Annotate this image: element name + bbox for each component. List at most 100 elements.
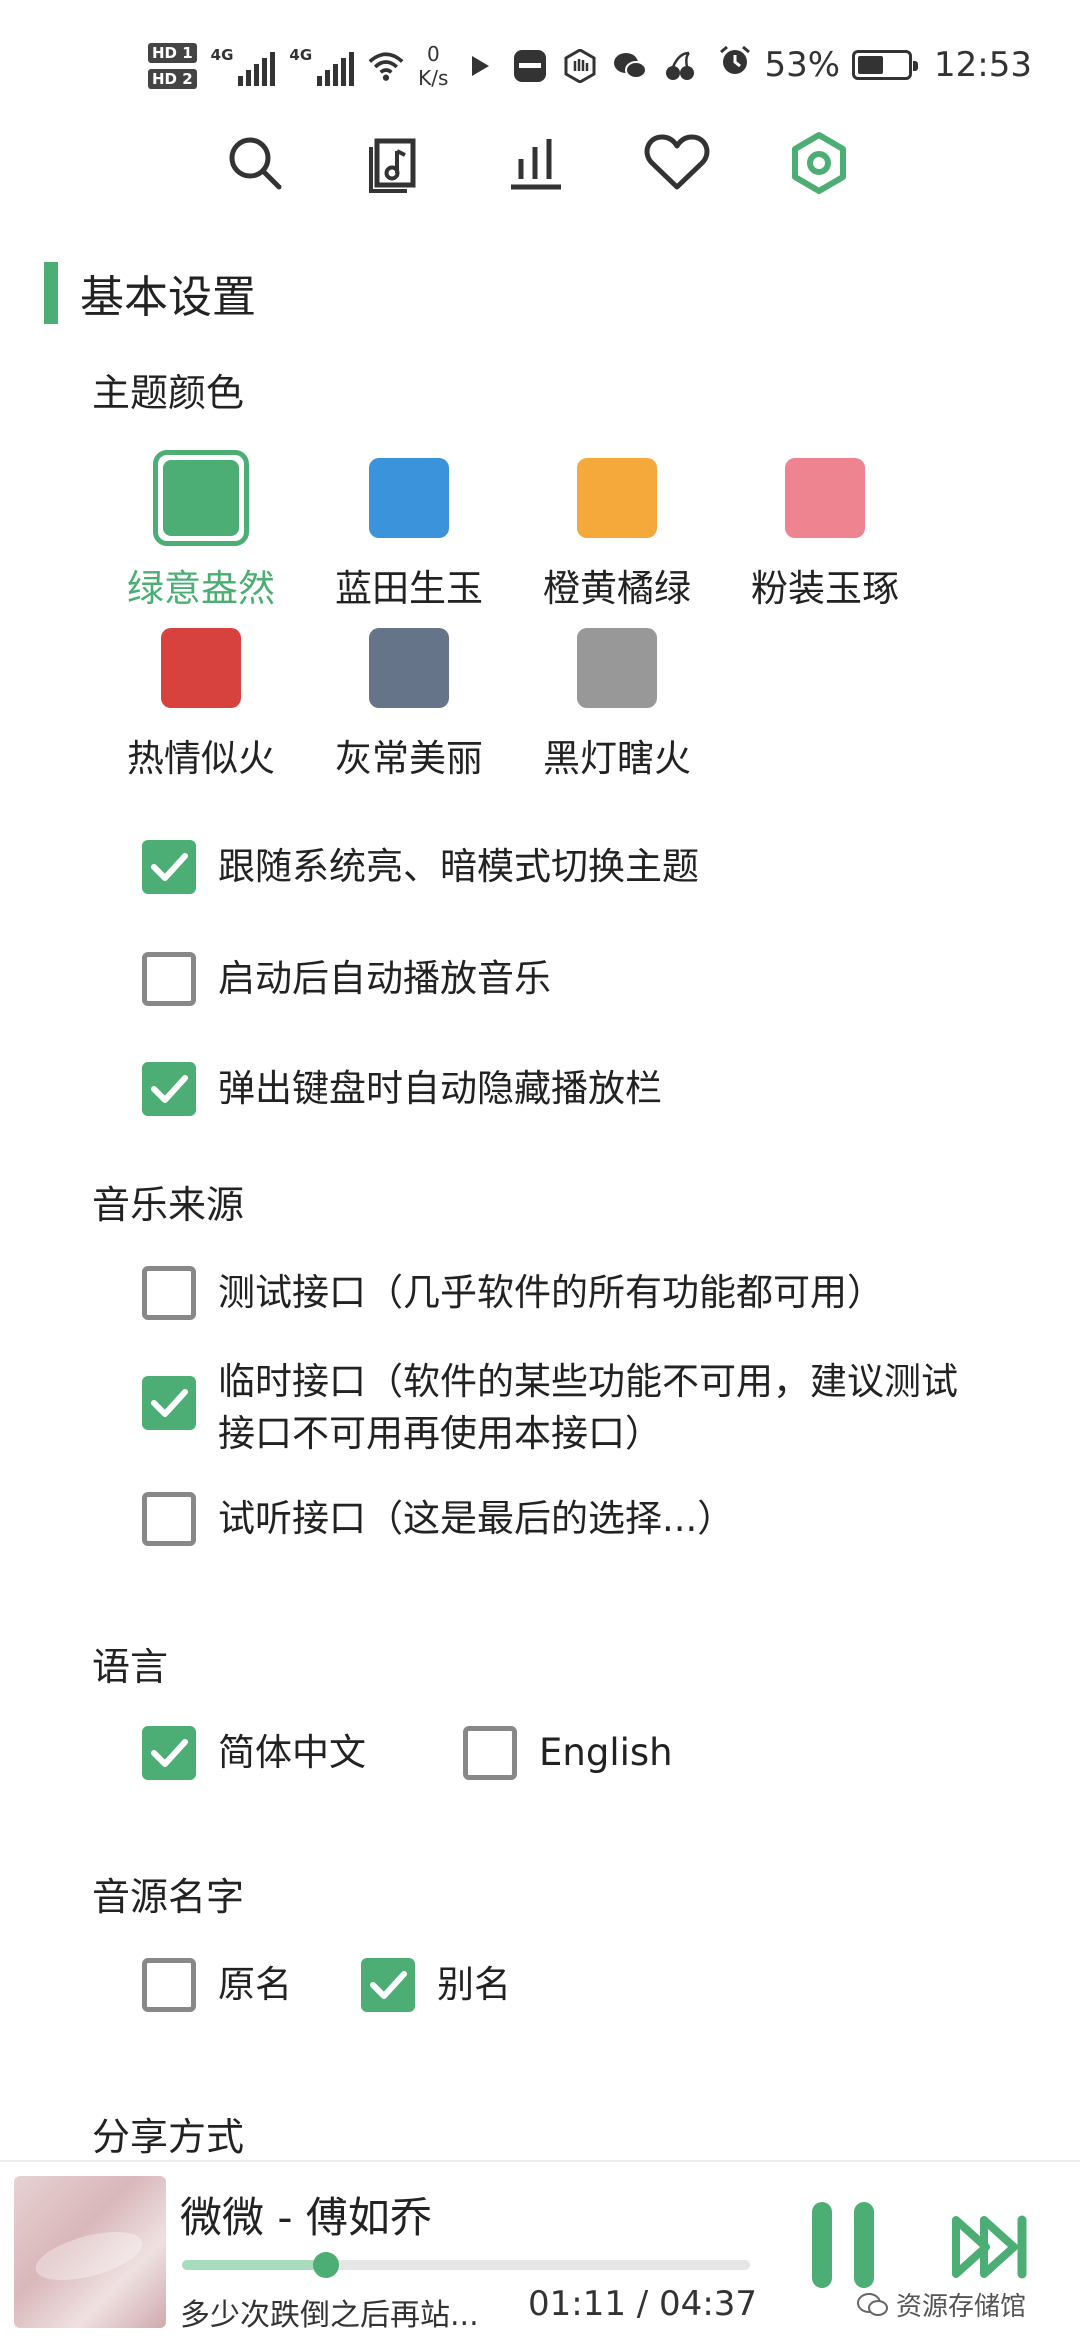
swatch-color [577,628,657,708]
checkbox[interactable] [142,840,196,894]
net-speed: 0 K/s [418,42,448,90]
source-name-original[interactable]: 原名 [142,1958,292,2012]
swatch-label: 蓝田生玉 [335,567,483,610]
swatch-color [369,628,449,708]
section-basic-settings: 基本设置 [44,262,256,324]
option-label: 弹出键盘时自动隐藏播放栏 [218,1067,662,1110]
checkbox[interactable] [142,1958,196,2012]
swatch-color [369,458,449,538]
player-bar[interactable]: 微微 - 傅如乔 多少次跌倒之后再站... 01:11 / 04:37 资源存储… [0,2160,1080,2340]
share-method-label: 分享方式 [92,2115,245,2159]
progress-fill [182,2260,327,2270]
option-label: 试听接口（这是最后的选择...） [218,1497,735,1540]
music-library-icon[interactable] [362,130,428,196]
theme-swatch-green[interactable]: 绿意盎然 [97,450,305,612]
next-track-icon[interactable] [950,2212,1030,2282]
lyric-line: 多少次跌倒之后再站... [180,2298,479,2333]
theme-swatch-red[interactable]: 热情似火 [97,628,305,782]
section-accent-bar [44,262,58,324]
top-nav [0,120,1080,206]
checkbox[interactable] [142,1266,196,1320]
swatch-label: 灰常美丽 [335,737,483,780]
net-speed-unit: K/s [418,66,449,90]
chart-icon[interactable] [502,130,568,196]
language-label: 语言 [92,1645,169,1689]
heart-icon[interactable] [644,130,710,196]
option-label: 测试接口（几乎软件的所有功能都可用） [218,1271,884,1314]
swatch-label: 热情似火 [127,737,275,780]
source-temp-api[interactable]: 临时接口（软件的某些功能不可用，建议测试接口不可用再使用本接口） [142,1356,978,1460]
hand-icon [562,48,598,84]
option-label: 临时接口（软件的某些功能不可用，建议测试接口不可用再使用本接口） [218,1360,958,1455]
swatch-label: 粉装玉琢 [751,567,899,610]
music-source-label: 音乐来源 [92,1183,245,1227]
settings-icon[interactable] [786,130,852,196]
album-cover[interactable] [14,2176,166,2328]
net1-label: 4G [210,46,234,64]
play-time: 01:11 / 04:37 [528,2284,758,2324]
huawei-icon [512,48,548,84]
hide-player-bar-option[interactable]: 弹出键盘时自动隐藏播放栏 [142,1062,662,1116]
option-label: 启动后自动播放音乐 [218,957,551,1000]
autoplay-option[interactable]: 启动后自动播放音乐 [142,952,551,1006]
source-name-alias[interactable]: 别名 [361,1958,511,2012]
watermark: 资源存储馆 [856,2286,1026,2323]
signal-icon-2: 4G [289,46,355,86]
theme-color-label: 主题颜色 [92,371,245,415]
alarm-icon [718,44,752,87]
net2-label: 4G [289,46,313,64]
follow-system-theme-option[interactable]: 跟随系统亮、暗模式切换主题 [142,840,699,894]
checkbox[interactable] [142,1492,196,1546]
option-label: 原名 [218,1963,292,2006]
option-label: 简体中文 [218,1731,366,1774]
checkbox[interactable] [142,1376,196,1430]
source-name-label: 音源名字 [92,1875,245,1919]
checkbox[interactable] [142,1726,196,1780]
theme-swatch-blue[interactable]: 蓝田生玉 [305,458,513,612]
wechat-icon [612,48,648,84]
swatch-label: 橙黄橘绿 [543,567,691,610]
pause-button[interactable] [806,2202,880,2288]
search-icon[interactable] [222,130,288,196]
source-test-api[interactable]: 测试接口（几乎软件的所有功能都可用） [142,1266,884,1320]
option-label: 别名 [437,1963,511,2006]
swatch-color [161,628,241,708]
hd-indicator: HD 1 HD 2 [148,43,197,89]
checkbox[interactable] [463,1726,517,1780]
status-bar: HD 1 HD 2 4G 4G 0 K/s 53% 12:53 [0,0,1080,120]
checkbox[interactable] [142,952,196,1006]
theme-swatch-pink[interactable]: 粉装玉琢 [721,458,929,612]
source-preview-api[interactable]: 试听接口（这是最后的选择...） [142,1492,734,1546]
checkbox[interactable] [361,1958,415,2012]
progress-knob[interactable] [313,2252,340,2278]
checkbox[interactable] [142,1062,196,1116]
watermark-text: 资源存储馆 [896,2292,1027,2322]
theme-swatch-gray[interactable]: 黑灯瞎火 [513,628,721,782]
swatch-color [577,458,657,538]
net-speed-value: 0 [426,42,440,66]
pause-icon-bar [854,2202,874,2288]
language-zh[interactable]: 简体中文 [142,1726,366,1780]
theme-swatch-slate[interactable]: 灰常美丽 [305,628,513,782]
battery-percent: 53% [764,45,841,85]
theme-swatch-orange[interactable]: 橙黄橘绿 [513,458,721,612]
progress-bar[interactable] [182,2252,750,2278]
language-en[interactable]: English [463,1726,673,1780]
swatch-color [785,458,865,538]
swatch-label: 绿意盎然 [127,567,275,610]
pause-icon-bar [812,2202,832,2288]
wechat-logo-icon [857,2292,888,2316]
swatch-selection-frame [153,450,249,546]
battery-icon [852,50,919,80]
cherry-icon [662,48,698,84]
swatch-label: 黑灯瞎火 [543,737,691,780]
song-title: 微微 - 傅如乔 [180,2193,432,2242]
hd2-badge: HD 2 [148,69,197,89]
hd1-badge: HD 1 [148,43,197,63]
swatch-color [163,460,239,536]
option-label: English [539,1731,673,1774]
option-label: 跟随系统亮、暗模式切换主题 [218,845,699,888]
battery-fill [858,56,884,74]
signal-icon: 4G [211,46,276,86]
section-title: 基本设置 [80,272,256,323]
